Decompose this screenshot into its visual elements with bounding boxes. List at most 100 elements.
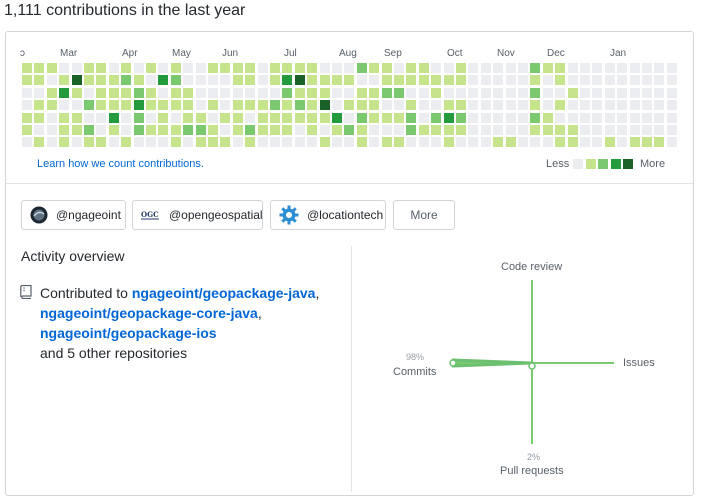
contribution-day[interactable] xyxy=(617,100,628,111)
contribution-day[interactable] xyxy=(431,63,442,73)
contribution-day[interactable] xyxy=(344,75,355,86)
contribution-day[interactable] xyxy=(294,137,305,148)
contribution-day[interactable] xyxy=(468,63,479,73)
contribution-day[interactable] xyxy=(59,75,70,86)
contribution-day[interactable] xyxy=(146,87,156,98)
contribution-day[interactable] xyxy=(208,63,218,73)
contribution-day[interactable] xyxy=(642,63,652,73)
contribution-day[interactable] xyxy=(369,125,380,135)
contribution-day[interactable] xyxy=(257,125,268,135)
contribution-day[interactable] xyxy=(208,112,218,123)
contribution-day[interactable] xyxy=(34,87,45,98)
contribution-day[interactable] xyxy=(580,112,590,123)
contribution-day[interactable] xyxy=(480,63,491,73)
contribution-day[interactable] xyxy=(46,112,57,123)
contribution-day[interactable] xyxy=(170,125,181,135)
contribution-day[interactable] xyxy=(456,112,466,123)
contribution-day[interactable] xyxy=(195,87,206,98)
contribution-day[interactable] xyxy=(530,125,541,135)
contribution-day[interactable] xyxy=(431,125,442,135)
contribution-day[interactable] xyxy=(146,75,156,86)
contribution-day[interactable] xyxy=(518,112,528,123)
contribution-day[interactable] xyxy=(294,75,305,86)
contribution-day[interactable] xyxy=(108,75,119,86)
contribution-day[interactable] xyxy=(443,100,454,111)
contribution-day[interactable] xyxy=(232,87,243,98)
contribution-day[interactable] xyxy=(381,112,392,123)
contribution-day[interactable] xyxy=(431,112,442,123)
contribution-day[interactable] xyxy=(394,87,404,98)
repo-link-geopackage-ios[interactable]: ngageoint/geopackage-ios xyxy=(40,325,217,341)
contribution-day[interactable] xyxy=(642,137,652,148)
contribution-day[interactable] xyxy=(356,112,367,123)
contribution-day[interactable] xyxy=(542,112,553,123)
contribution-day[interactable] xyxy=(666,112,677,123)
contribution-day[interactable] xyxy=(443,63,454,73)
contribution-day[interactable] xyxy=(245,137,256,148)
contribution-day[interactable] xyxy=(46,137,57,148)
contribution-day[interactable] xyxy=(257,100,268,111)
contribution-day[interactable] xyxy=(617,63,628,73)
contribution-day[interactable] xyxy=(232,125,243,135)
contribution-day[interactable] xyxy=(332,63,342,73)
contribution-day[interactable] xyxy=(518,100,528,111)
contribution-day[interactable] xyxy=(170,112,181,123)
contribution-day[interactable] xyxy=(108,87,119,98)
contribution-day[interactable] xyxy=(208,137,218,148)
contribution-day[interactable] xyxy=(518,125,528,135)
contribution-day[interactable] xyxy=(121,63,132,73)
contribution-day[interactable] xyxy=(96,100,107,111)
contribution-day[interactable] xyxy=(443,137,454,148)
contribution-day[interactable] xyxy=(530,63,541,73)
contribution-day[interactable] xyxy=(629,125,640,135)
contribution-day[interactable] xyxy=(282,63,293,73)
contribution-day[interactable] xyxy=(22,100,32,111)
contribution-day[interactable] xyxy=(592,125,603,135)
contribution-day[interactable] xyxy=(71,100,82,111)
contribution-day[interactable] xyxy=(443,112,454,123)
contribution-day[interactable] xyxy=(381,87,392,98)
contribution-day[interactable] xyxy=(245,125,256,135)
contribution-day[interactable] xyxy=(133,100,144,111)
contribution-day[interactable] xyxy=(121,75,132,86)
contribution-day[interactable] xyxy=(493,112,504,123)
contribution-day[interactable] xyxy=(542,87,553,98)
contribution-day[interactable] xyxy=(480,125,491,135)
contribution-day[interactable] xyxy=(505,137,516,148)
contribution-day[interactable] xyxy=(257,137,268,148)
contribution-day[interactable] xyxy=(406,75,417,86)
contribution-day[interactable] xyxy=(257,75,268,86)
contribution-day[interactable] xyxy=(121,100,132,111)
contribution-day[interactable] xyxy=(381,100,392,111)
contribution-day[interactable] xyxy=(617,75,628,86)
contribution-day[interactable] xyxy=(629,75,640,86)
contribution-day[interactable] xyxy=(71,63,82,73)
contribution-day[interactable] xyxy=(592,75,603,86)
contribution-day[interactable] xyxy=(46,63,57,73)
contribution-day[interactable] xyxy=(294,100,305,111)
contribution-day[interactable] xyxy=(456,137,466,148)
contribution-day[interactable] xyxy=(394,100,404,111)
contribution-day[interactable] xyxy=(480,75,491,86)
contribution-day[interactable] xyxy=(642,75,652,86)
contribution-day[interactable] xyxy=(344,100,355,111)
contribution-day[interactable] xyxy=(245,87,256,98)
contribution-day[interactable] xyxy=(505,125,516,135)
contribution-day[interactable] xyxy=(108,137,119,148)
contribution-day[interactable] xyxy=(456,125,466,135)
contribution-day[interactable] xyxy=(431,137,442,148)
contribution-day[interactable] xyxy=(518,63,528,73)
contribution-day[interactable] xyxy=(158,87,169,98)
contribution-day[interactable] xyxy=(468,112,479,123)
contribution-day[interactable] xyxy=(394,63,404,73)
contribution-day[interactable] xyxy=(666,87,677,98)
contribution-day[interactable] xyxy=(518,75,528,86)
contribution-day[interactable] xyxy=(418,125,429,135)
contribution-day[interactable] xyxy=(183,100,194,111)
contribution-day[interactable] xyxy=(456,75,466,86)
contribution-day[interactable] xyxy=(170,75,181,86)
contribution-day[interactable] xyxy=(666,137,677,148)
contribution-day[interactable] xyxy=(195,112,206,123)
contribution-day[interactable] xyxy=(307,137,318,148)
contribution-day[interactable] xyxy=(22,137,32,148)
